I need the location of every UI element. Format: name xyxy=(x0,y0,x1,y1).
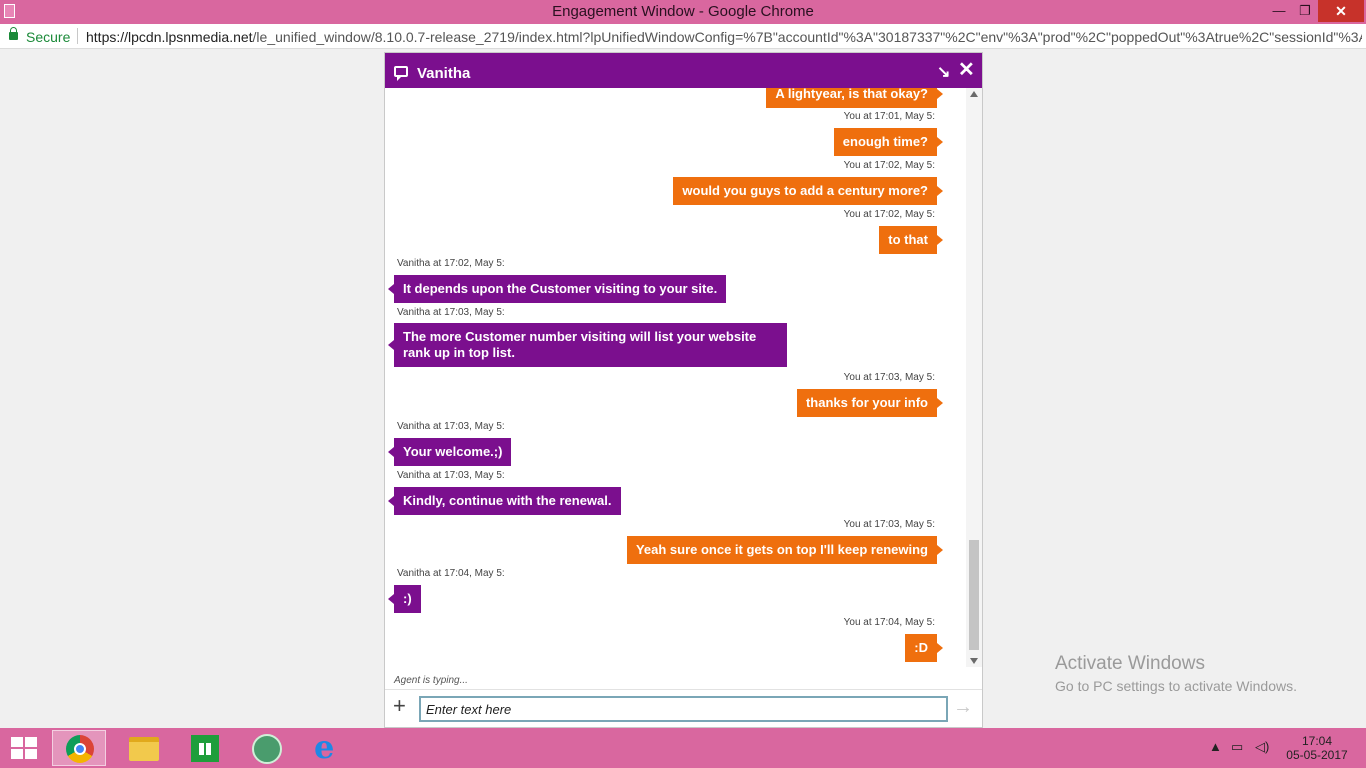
message-timestamp: You at 17:03, May 5: xyxy=(843,519,935,530)
send-arrow-icon[interactable]: → xyxy=(953,696,973,718)
window-title: Engagement Window - Google Chrome xyxy=(552,3,814,20)
message-bubble-agent: Your welcome.;) xyxy=(387,438,512,466)
activate-windows-title: Activate Windows xyxy=(1055,653,1205,674)
message-input[interactable] xyxy=(419,696,948,722)
url-text[interactable]: https://lpcdn.lpsnmedia.net/le_unified_w… xyxy=(86,29,1362,45)
message-bubble-agent: Kindly, continue with the renewal. xyxy=(388,487,621,515)
message-list[interactable]: A lightyear, is that okay? You at 17:01,… xyxy=(385,88,965,675)
message-timestamp: Vanitha at 17:03, May 5: xyxy=(397,470,505,481)
message-bubble-agent: It depends upon the Customer visiting to… xyxy=(387,275,727,303)
taskbar-file-explorer[interactable] xyxy=(115,730,169,766)
message-timestamp: You at 17:01, May 5: xyxy=(843,111,935,122)
chat-header: Vanitha ↘ ✕ xyxy=(385,53,982,88)
chrome-icon xyxy=(66,735,94,763)
chevron-up-icon[interactable]: ▲ xyxy=(1209,739,1222,754)
message-timestamp: Vanitha at 17:03, May 5: xyxy=(397,307,505,318)
minimize-window-button[interactable]: — xyxy=(1266,0,1292,22)
taskbar-chrome[interactable] xyxy=(52,730,106,766)
atom-icon xyxy=(252,734,282,764)
clock-time: 17:04 xyxy=(1301,734,1333,748)
message-bubble-you: Yeah sure once it gets on top I'll keep … xyxy=(626,536,944,564)
close-chat-icon[interactable]: ✕ xyxy=(958,60,975,80)
minimize-chat-icon[interactable]: ↘ xyxy=(937,62,950,82)
volume-icon[interactable]: ◁) xyxy=(1255,739,1269,755)
taskbar-store[interactable] xyxy=(178,730,232,766)
chat-bubble-icon xyxy=(394,66,408,81)
taskbar: e ▲ ▭ ◁) 17:04 05-05-2017 xyxy=(0,728,1366,768)
message-bubble-you: :D xyxy=(905,634,943,662)
message-bubble-you: would you guys to add a century more? xyxy=(673,177,943,205)
agent-name: Vanitha xyxy=(417,65,471,82)
message-timestamp: Vanitha at 17:04, May 5: xyxy=(397,568,505,579)
taskbar-atom[interactable] xyxy=(240,730,294,766)
internet-explorer-icon: e xyxy=(314,728,335,766)
message-bubble-you: A lightyear, is that okay? xyxy=(766,88,943,108)
typing-indicator: Agent is typing... xyxy=(394,675,468,686)
windows-start-icon[interactable] xyxy=(11,737,39,759)
address-bar[interactable]: Secure https://lpcdn.lpsnmedia.net/le_un… xyxy=(0,24,1366,49)
message-bubble-you: thanks for your info xyxy=(796,389,944,417)
close-window-button[interactable]: ✕ xyxy=(1318,0,1364,22)
file-explorer-icon xyxy=(129,737,159,761)
message-bubble-agent: The more Customer number visiting will l… xyxy=(388,323,787,367)
scroll-down-arrow-icon[interactable] xyxy=(970,658,978,664)
message-scrollbar[interactable] xyxy=(966,88,982,667)
store-icon xyxy=(191,735,219,762)
window-title-bar: Engagement Window - Google Chrome — ❐ ✕ xyxy=(0,0,1366,24)
activate-windows-watermark: Activate Windows Go to PC settings to ac… xyxy=(1055,653,1297,694)
message-timestamp: You at 17:04, May 5: xyxy=(843,617,935,628)
message-timestamp: You at 17:02, May 5: xyxy=(843,160,935,171)
taskbar-clock[interactable]: 17:04 05-05-2017 xyxy=(1282,734,1352,762)
message-timestamp: You at 17:02, May 5: xyxy=(843,209,935,220)
restore-window-button[interactable]: ❐ xyxy=(1292,0,1318,22)
message-bubble-you: to that xyxy=(879,226,943,254)
message-timestamp: Vanitha at 17:02, May 5: xyxy=(397,258,505,269)
composer: + → xyxy=(385,689,982,727)
engagement-window: Vanitha ↘ ✕ A lightyear, is that okay? Y… xyxy=(384,52,983,728)
url-host: https://lpcdn.lpsnmedia.net xyxy=(86,29,253,45)
taskbar-internet-explorer[interactable]: e xyxy=(302,730,356,766)
message-timestamp: Vanitha at 17:03, May 5: xyxy=(397,421,505,432)
address-divider xyxy=(77,28,78,44)
message-bubble-you: enough time? xyxy=(833,128,944,156)
url-path: /le_unified_window/8.10.0.7-release_2719… xyxy=(252,29,1362,45)
scroll-up-arrow-icon[interactable] xyxy=(970,91,978,97)
activate-windows-subtitle: Go to PC settings to activate Windows. xyxy=(1055,678,1297,694)
secure-label[interactable]: Secure xyxy=(26,29,70,45)
clock-date: 05-05-2017 xyxy=(1286,748,1348,762)
message-bubble-agent: :) xyxy=(388,585,421,613)
message-timestamp: You at 17:03, May 5: xyxy=(843,372,935,383)
scrollbar-thumb[interactable] xyxy=(969,540,979,650)
add-attachment-icon[interactable]: + xyxy=(393,695,406,717)
lock-icon[interactable] xyxy=(9,27,18,40)
network-icon[interactable]: ▭ xyxy=(1231,739,1243,755)
